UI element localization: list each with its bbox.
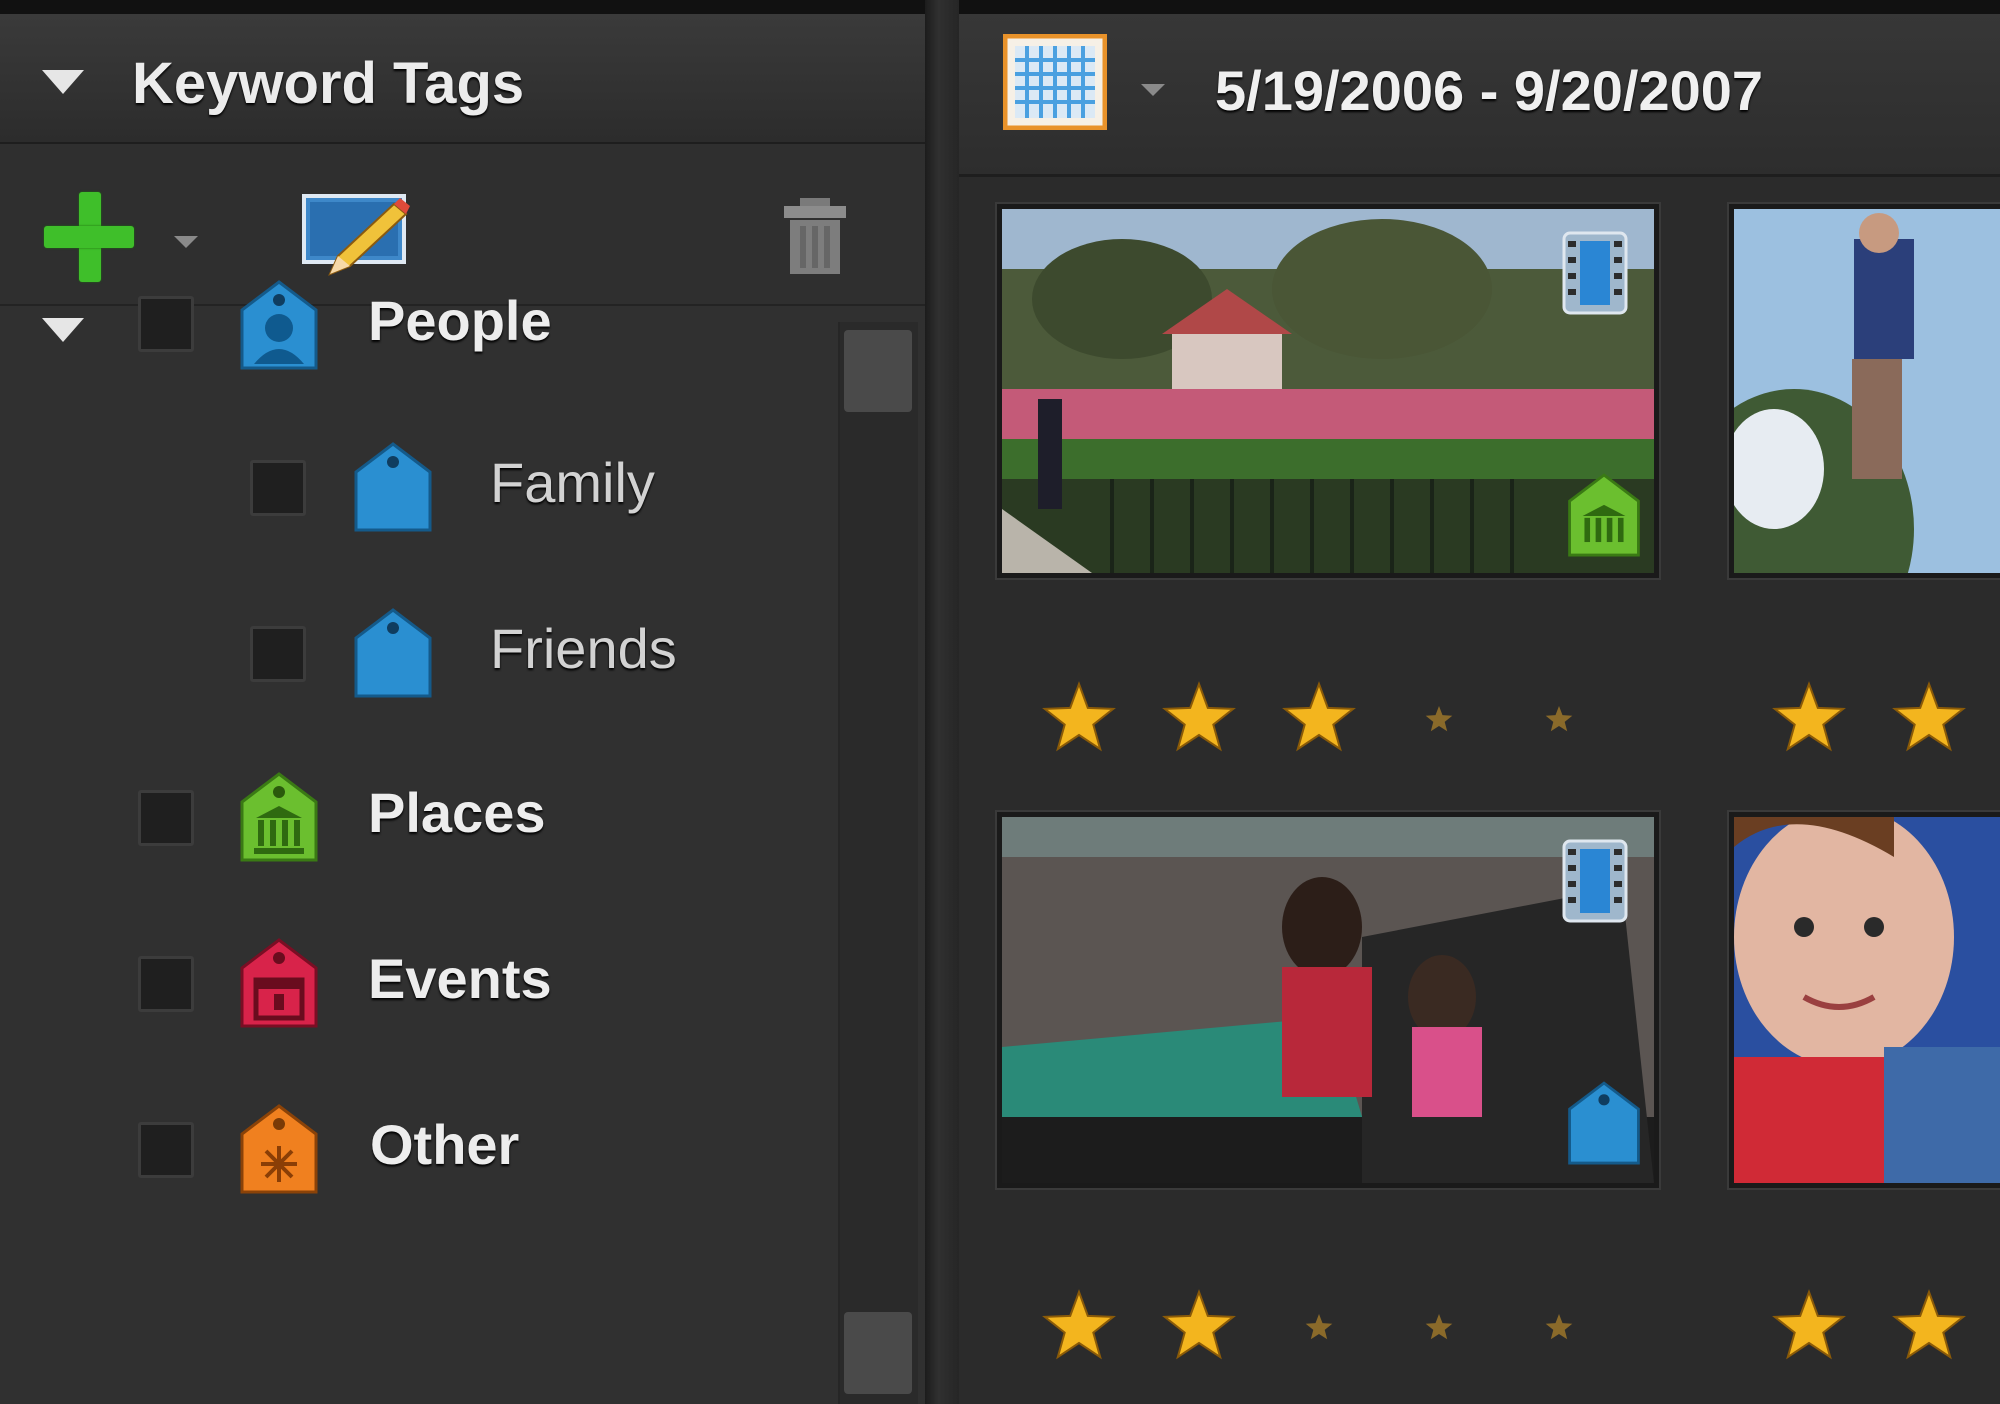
tree-item-events[interactable]: Events	[0, 920, 825, 1040]
places-tag-badge-icon	[1564, 471, 1644, 566]
collapse-arrow-icon[interactable]	[42, 70, 84, 94]
tree-item-places[interactable]: Places	[0, 754, 825, 874]
panel-header[interactable]: Keyword Tags	[0, 14, 925, 144]
checkbox-places[interactable]	[138, 790, 194, 846]
people-tag-badge-icon	[1564, 1079, 1644, 1174]
media-thumbnail[interactable]	[1729, 204, 2000, 578]
places-tag-icon	[236, 770, 322, 866]
star-filled-icon[interactable]	[1039, 678, 1119, 758]
panel-divider[interactable]	[925, 0, 959, 1404]
media-thumbnail[interactable]	[997, 204, 1659, 578]
date-bar: 5/19/2006 - 9/20/2007	[959, 14, 2000, 177]
star-filled-icon[interactable]	[1159, 678, 1239, 758]
checkbox-events[interactable]	[138, 956, 194, 1012]
calendar-button[interactable]	[1002, 33, 1108, 131]
scroll-up-button[interactable]	[844, 330, 912, 412]
tag-icon	[350, 606, 436, 702]
star-empty-icon[interactable]	[1399, 1286, 1479, 1366]
star-filled-icon[interactable]	[1769, 1286, 1849, 1366]
tree-label: Other	[370, 1113, 520, 1176]
star-filled-icon[interactable]	[1889, 1286, 1969, 1366]
tree-item-people[interactable]: People	[0, 258, 825, 378]
scroll-down-button[interactable]	[844, 1312, 912, 1394]
tree-label: Family	[490, 451, 655, 514]
tree-item-friends[interactable]: Friends	[0, 590, 825, 710]
events-tag-icon	[236, 936, 322, 1032]
tree-label: Events	[368, 947, 552, 1010]
new-tag-dropdown-icon[interactable]	[174, 236, 198, 248]
other-tag-icon	[236, 1102, 322, 1198]
star-empty-icon[interactable]	[1519, 678, 1599, 758]
thumbnail-image	[1002, 817, 1654, 1183]
tree-item-family[interactable]: Family	[0, 424, 825, 544]
tree-scrollbar[interactable]	[838, 322, 918, 1404]
expand-arrow-icon[interactable]	[42, 318, 84, 342]
video-badge-icon	[1562, 839, 1628, 928]
calendar-dropdown-icon[interactable]	[1141, 84, 1165, 96]
star-filled-icon[interactable]	[1159, 1286, 1239, 1366]
checkbox-friends[interactable]	[250, 626, 306, 682]
media-browser: 5/19/2006 - 9/20/2007	[959, 14, 2000, 1404]
rating-stars[interactable]	[1769, 678, 1969, 758]
thumbnail-image	[1734, 817, 2000, 1183]
checkbox-people[interactable]	[138, 296, 194, 352]
thumbnail-image	[1002, 209, 1654, 573]
rating-stars[interactable]	[1039, 678, 1573, 758]
star-empty-icon[interactable]	[1519, 1286, 1599, 1366]
checkbox-family[interactable]	[250, 460, 306, 516]
star-empty-icon[interactable]	[1399, 678, 1479, 758]
panel-title: Keyword Tags	[132, 51, 525, 116]
star-filled-icon[interactable]	[1279, 678, 1359, 758]
star-empty-icon[interactable]	[1279, 1286, 1359, 1366]
star-filled-icon[interactable]	[1039, 1286, 1119, 1366]
star-filled-icon[interactable]	[1889, 678, 1969, 758]
star-filled-icon[interactable]	[1769, 678, 1849, 758]
checkbox-other[interactable]	[138, 1122, 194, 1178]
tree-label: Friends	[490, 617, 677, 680]
video-badge-icon	[1562, 231, 1628, 320]
date-range: 5/19/2006 - 9/20/2007	[1215, 59, 1764, 122]
media-thumbnail[interactable]	[997, 812, 1659, 1188]
rating-stars[interactable]	[1039, 1286, 1573, 1366]
tree-label: Places	[368, 781, 546, 844]
window-top-strip	[0, 0, 2000, 14]
people-tag-icon	[236, 278, 322, 374]
calendar-icon	[1002, 33, 1108, 131]
tag-icon	[350, 440, 436, 536]
keyword-tags-panel: Keyword Tags People Family Friends Place…	[0, 14, 925, 1404]
rating-stars[interactable]	[1769, 1286, 1969, 1366]
media-thumbnail[interactable]	[1729, 812, 2000, 1188]
tree-label: People	[368, 289, 552, 352]
tree-item-other[interactable]: Other	[0, 1086, 825, 1206]
keyword-tree: People Family Friends Places Events Othe…	[0, 280, 825, 1404]
thumbnail-image	[1734, 209, 2000, 573]
